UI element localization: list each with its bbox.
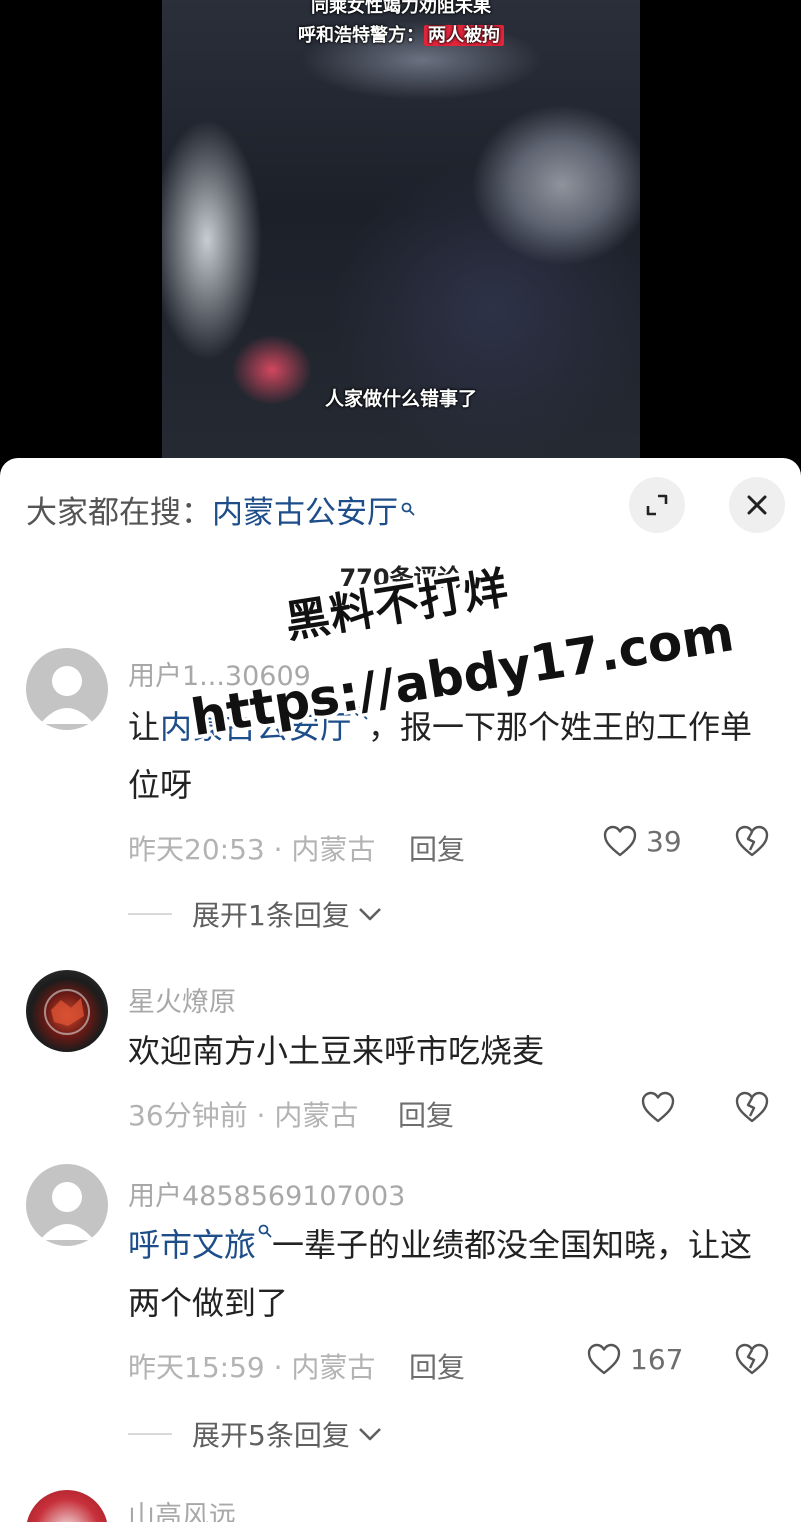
avatar[interactable] — [26, 970, 108, 1052]
close-icon — [747, 495, 767, 515]
video-frame[interactable]: 同乘女性竭力劝阻未果 呼和浩特警方： 两人被拘 人家做什么错事了 — [162, 0, 640, 470]
divider — [128, 913, 172, 915]
comment-sheet: 大家都在搜： 内蒙古公安厅 770条评论 用户1...30609 让内蒙古公安厅… — [0, 458, 801, 1522]
expand-button[interactable] — [629, 477, 685, 533]
comment-username[interactable]: 山高风远 — [128, 1494, 236, 1522]
comment-time-location: 36分钟前 · 内蒙古 — [128, 1099, 359, 1132]
expand-replies-button[interactable]: 展开5条回复 — [128, 1414, 384, 1454]
expand-replies-button[interactable]: 展开1条回复 — [128, 894, 384, 934]
like-button[interactable] — [640, 1090, 676, 1124]
dislike-button[interactable] — [734, 1090, 770, 1128]
avatar[interactable] — [26, 648, 108, 730]
dislike-button[interactable] — [734, 1342, 770, 1380]
comment-username[interactable]: 星火燎原 — [128, 980, 236, 1019]
trending-search-row: 大家都在搜： 内蒙古公安厅 — [26, 484, 415, 534]
heart-icon — [641, 1091, 675, 1123]
reply-button[interactable]: 回复 — [409, 1346, 465, 1386]
avatar[interactable] — [26, 1490, 108, 1522]
avatar[interactable] — [26, 1164, 108, 1246]
search-icon — [354, 706, 368, 720]
trending-search-link[interactable]: 内蒙古公安厅 — [212, 487, 398, 532]
comment-username[interactable]: 用户1...30609 — [128, 654, 311, 693]
expand-replies-label: 展开1条回复 — [192, 899, 350, 932]
video-headline-prefix: 呼和浩特警方： — [298, 25, 424, 46]
like-button[interactable]: 167 — [586, 1342, 683, 1376]
video-player[interactable]: 同乘女性竭力劝阻未果 呼和浩特警方： 两人被拘 人家做什么错事了 — [0, 0, 801, 470]
comment-count: 770条评论 — [339, 564, 462, 592]
expand-replies-label: 展开5条回复 — [192, 1419, 350, 1452]
like-button[interactable]: 39 — [602, 824, 682, 858]
comment-text: 欢迎南方小土豆来呼市吃烧麦 — [128, 1032, 545, 1070]
like-count: 167 — [630, 1342, 684, 1376]
broken-heart-icon — [735, 1091, 769, 1123]
video-subtitle: 人家做什么错事了 — [324, 388, 477, 410]
comment-search-link[interactable]: 呼市文旅 — [128, 1226, 256, 1264]
comment-time-location: 昨天15:59 · 内蒙古 — [128, 1351, 376, 1384]
dislike-button[interactable] — [734, 824, 770, 862]
video-headline-tag: 两人被拘 — [424, 25, 504, 46]
heart-icon — [587, 1343, 621, 1375]
comment-search-link[interactable]: 内蒙古公安厅 — [160, 708, 352, 746]
reply-button[interactable]: 回复 — [398, 1094, 454, 1134]
comment-username[interactable]: 用户4858569107003 — [128, 1174, 405, 1213]
expand-icon — [646, 494, 668, 516]
like-count: 39 — [646, 824, 682, 858]
heart-icon — [603, 825, 637, 857]
comment-time-location: 昨天20:53 · 内蒙古 — [128, 833, 376, 866]
comment-text-prefix: 让 — [128, 708, 161, 746]
comment-text: 呼市文旅 一辈子的业绩都没全国知晓，让这两个做到了 — [128, 1216, 778, 1332]
video-headline-line1: 同乘女性竭力劝阻未果 — [311, 0, 491, 17]
chevron-down-icon — [358, 1428, 381, 1441]
video-headline-line2: 呼和浩特警方： 两人被拘 — [162, 21, 640, 47]
close-button[interactable] — [729, 477, 785, 533]
reply-button[interactable]: 回复 — [409, 828, 465, 868]
broken-heart-icon — [735, 825, 769, 857]
chevron-down-icon — [358, 908, 381, 921]
search-icon — [258, 1224, 272, 1238]
comment-text: 让内蒙古公安厅 ，报一下那个姓王的工作单位呀 — [128, 698, 778, 814]
trending-search-prefix: 大家都在搜： — [26, 494, 212, 531]
search-icon — [401, 488, 415, 516]
broken-heart-icon — [735, 1343, 769, 1375]
divider — [128, 1433, 172, 1435]
